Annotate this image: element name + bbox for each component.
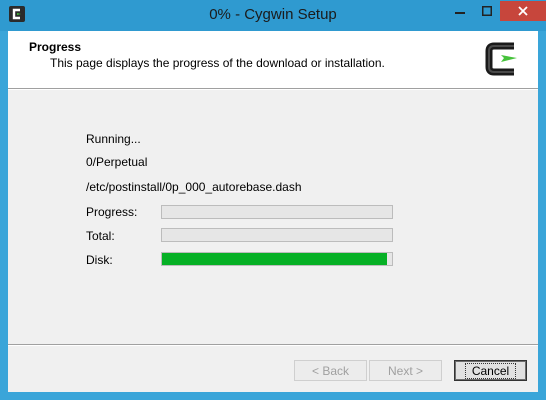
header-divider — [8, 88, 538, 90]
dialog-body: Progress This page displays the progress… — [8, 31, 538, 392]
status-file: /etc/postinstall/0p_000_autorebase.dash — [86, 180, 302, 194]
next-button[interactable]: Next > — [369, 360, 442, 381]
cancel-button[interactable]: Cancel — [454, 360, 527, 381]
next-button-label: Next > — [387, 363, 423, 378]
close-icon — [518, 6, 528, 16]
minimize-icon — [454, 12, 465, 14]
title-bar[interactable]: 0% - Cygwin Setup — [0, 0, 546, 31]
setup-window: 0% - Cygwin Setup Progress This page dis… — [0, 0, 546, 400]
back-button-label: < Back — [311, 363, 350, 378]
total-label: Total: — [86, 229, 115, 243]
minimize-button[interactable] — [446, 1, 473, 21]
close-button[interactable] — [500, 1, 546, 21]
progress-bar — [161, 205, 393, 219]
disk-bar — [161, 252, 393, 266]
maximize-button[interactable] — [474, 1, 500, 21]
header-panel: Progress This page displays the progress… — [8, 31, 538, 88]
page-subtitle: This page displays the progress of the d… — [50, 56, 385, 70]
footer-divider — [8, 344, 538, 346]
status-package: 0/Perpetual — [86, 155, 148, 169]
total-bar — [161, 228, 393, 242]
disk-bar-fill — [162, 253, 388, 265]
back-button[interactable]: < Back — [294, 360, 367, 381]
page-title: Progress — [29, 40, 82, 54]
progress-label: Progress: — [86, 205, 138, 219]
status-running: Running... — [86, 132, 141, 146]
cancel-button-label: Cancel — [464, 362, 517, 379]
disk-label: Disk: — [86, 253, 113, 267]
cygwin-logo-icon — [485, 42, 517, 76]
maximize-icon — [482, 6, 492, 16]
